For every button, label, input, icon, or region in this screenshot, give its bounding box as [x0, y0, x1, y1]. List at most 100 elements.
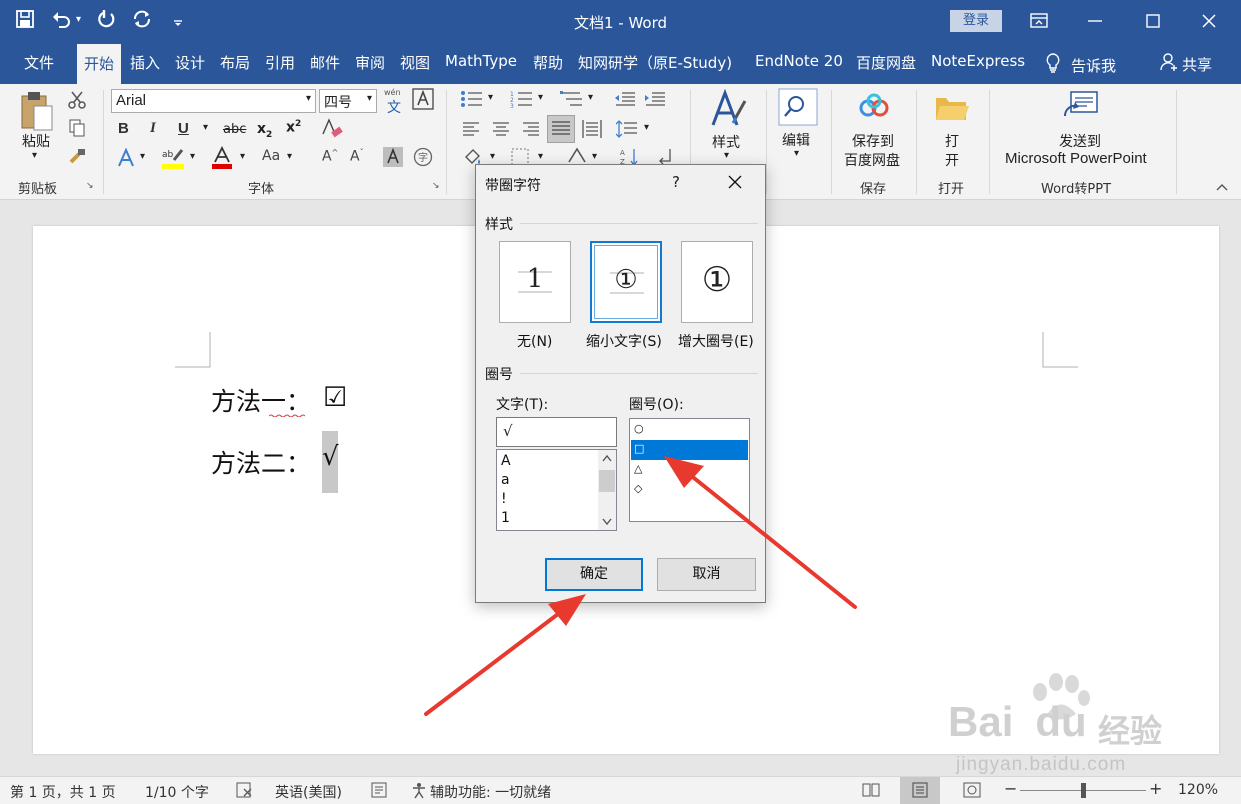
underline-icon[interactable]: U: [178, 120, 189, 137]
align-center-icon[interactable]: [492, 121, 510, 137]
distributed-icon[interactable]: [582, 119, 602, 139]
style-none-caption[interactable]: 无(N): [517, 331, 552, 351]
tab-references[interactable]: 引用: [265, 52, 295, 73]
list-item[interactable]: !: [501, 491, 507, 507]
style-none-option[interactable]: 1: [499, 241, 571, 323]
numbering-icon[interactable]: 123: [510, 90, 534, 108]
baidu-save-label-1[interactable]: 保存到: [852, 131, 894, 151]
strikethrough-icon[interactable]: abc: [223, 122, 246, 137]
list-item[interactable]: a: [501, 472, 510, 488]
multilevel-list-icon[interactable]: [560, 90, 584, 108]
close-icon[interactable]: [1196, 8, 1222, 34]
format-painter-icon[interactable]: [67, 146, 87, 166]
italic-icon[interactable]: I: [150, 120, 156, 137]
scroll-up-icon[interactable]: [602, 454, 612, 462]
cut-icon[interactable]: [67, 90, 87, 110]
tab-endnote[interactable]: EndNote 20: [755, 52, 843, 70]
tab-view[interactable]: 视图: [400, 52, 430, 73]
list-item[interactable]: A: [501, 453, 511, 469]
send-to-powerpoint-icon[interactable]: [1063, 90, 1101, 124]
tab-baidu-netdisk[interactable]: 百度网盘: [856, 52, 916, 73]
text-effects-dropdown-icon[interactable]: ▾: [140, 151, 145, 162]
maximize-icon[interactable]: [1140, 8, 1166, 34]
style-shrink-caption[interactable]: 缩小文字(S): [586, 331, 662, 351]
tab-file[interactable]: 文件: [24, 52, 54, 73]
web-layout-icon[interactable]: [963, 782, 981, 802]
font-color-icon[interactable]: [210, 146, 234, 170]
accessibility-status[interactable]: 辅助功能: 一切就绪: [430, 782, 551, 802]
open-label-2[interactable]: 开: [945, 150, 959, 170]
styles-icon[interactable]: [709, 89, 749, 131]
line-spacing-dropdown-icon[interactable]: ▾: [644, 122, 649, 133]
change-case-icon[interactable]: Aa: [262, 148, 280, 164]
zoom-level[interactable]: 120%: [1178, 782, 1218, 798]
justify-icon[interactable]: [547, 115, 575, 143]
login-button[interactable]: 登录: [950, 10, 1002, 32]
text-effects-icon[interactable]: [116, 148, 136, 168]
line-spacing-icon[interactable]: [616, 119, 638, 139]
tab-review[interactable]: 审阅: [355, 52, 385, 73]
word-count[interactable]: 1/10 个字: [145, 782, 209, 802]
style-shrink-text-option[interactable]: ①: [590, 241, 662, 323]
highlight-icon[interactable]: ab: [160, 146, 186, 170]
subscript-icon[interactable]: x2: [257, 121, 272, 140]
scroll-down-icon[interactable]: [602, 518, 612, 526]
increase-indent-icon[interactable]: [644, 90, 666, 108]
tab-cnki[interactable]: 知网研学（原E-Study): [578, 52, 732, 73]
numbering-dropdown-icon[interactable]: ▾: [538, 92, 543, 103]
open-folder-icon[interactable]: [934, 94, 970, 124]
proofing-icon[interactable]: [236, 781, 254, 803]
page-count[interactable]: 第 1 页，共 1 页: [10, 782, 116, 802]
macro-icon[interactable]: [370, 781, 388, 803]
font-color-dropdown-icon[interactable]: ▾: [240, 151, 245, 162]
tab-layout[interactable]: 布局: [220, 52, 250, 73]
text-list-scrollbar[interactable]: [598, 450, 616, 530]
editing-label[interactable]: 编辑: [782, 130, 810, 150]
copy-icon[interactable]: [67, 118, 87, 138]
phonetic-guide-icon[interactable]: 文: [387, 97, 401, 117]
ok-button[interactable]: 确定: [545, 558, 643, 591]
scroll-thumb[interactable]: [599, 470, 615, 492]
paste-label[interactable]: 粘贴: [22, 131, 50, 151]
list-item[interactable]: △: [634, 462, 642, 475]
decrease-indent-icon[interactable]: [614, 90, 636, 108]
font-launcher-icon[interactable]: ↘: [432, 181, 440, 191]
zoom-slider-thumb[interactable]: [1081, 783, 1086, 798]
list-item[interactable]: ◇: [634, 482, 642, 495]
collapse-ribbon-icon[interactable]: [1216, 182, 1228, 192]
editing-dropdown-icon[interactable]: ▾: [794, 148, 799, 159]
style-enlarge-symbol-option[interactable]: ①: [681, 241, 753, 323]
shading-dropdown-icon[interactable]: ▾: [490, 151, 495, 162]
dialog-close-icon[interactable]: [726, 173, 744, 195]
align-right-icon[interactable]: [522, 121, 540, 137]
text-listbox[interactable]: A a ! 1: [496, 449, 617, 531]
tab-mathtype[interactable]: MathType: [445, 52, 517, 70]
open-label-1[interactable]: 打: [945, 131, 959, 151]
ribbon-display-options-icon[interactable]: [1026, 8, 1052, 34]
superscript-icon[interactable]: x2: [286, 119, 301, 136]
paste-icon[interactable]: [20, 90, 54, 134]
list-item[interactable]: 1: [501, 510, 510, 526]
font-size-select[interactable]: 四号 ▾: [319, 89, 377, 113]
find-icon[interactable]: [778, 88, 818, 126]
accessibility-icon[interactable]: [410, 781, 428, 803]
baidu-save-label-2[interactable]: 百度网盘: [844, 150, 900, 170]
bullets-icon[interactable]: [460, 90, 484, 108]
list-item[interactable]: ○: [634, 422, 644, 435]
styles-dropdown-icon[interactable]: ▾: [724, 150, 729, 161]
grow-font-icon[interactable]: A^: [322, 148, 338, 165]
chinese-layout-dropdown-icon[interactable]: ▾: [592, 151, 597, 162]
change-case-dropdown-icon[interactable]: ▾: [287, 151, 292, 162]
print-layout-button[interactable]: [900, 777, 940, 804]
cancel-button[interactable]: 取消: [657, 558, 756, 591]
bold-icon[interactable]: B: [118, 120, 129, 137]
powerpoint-label[interactable]: Microsoft PowerPoint: [1005, 150, 1147, 167]
send-to-label[interactable]: 发送到: [1059, 131, 1101, 151]
style-enlarge-caption[interactable]: 增大圈号(E): [678, 331, 754, 351]
zoom-out-button[interactable]: −: [1004, 779, 1017, 798]
bullets-dropdown-icon[interactable]: ▾: [488, 92, 493, 103]
align-left-icon[interactable]: [462, 121, 480, 137]
zoom-in-button[interactable]: +: [1149, 779, 1162, 798]
tab-noteexpress[interactable]: NoteExpress: [931, 52, 1025, 70]
tab-design[interactable]: 设计: [175, 52, 205, 73]
